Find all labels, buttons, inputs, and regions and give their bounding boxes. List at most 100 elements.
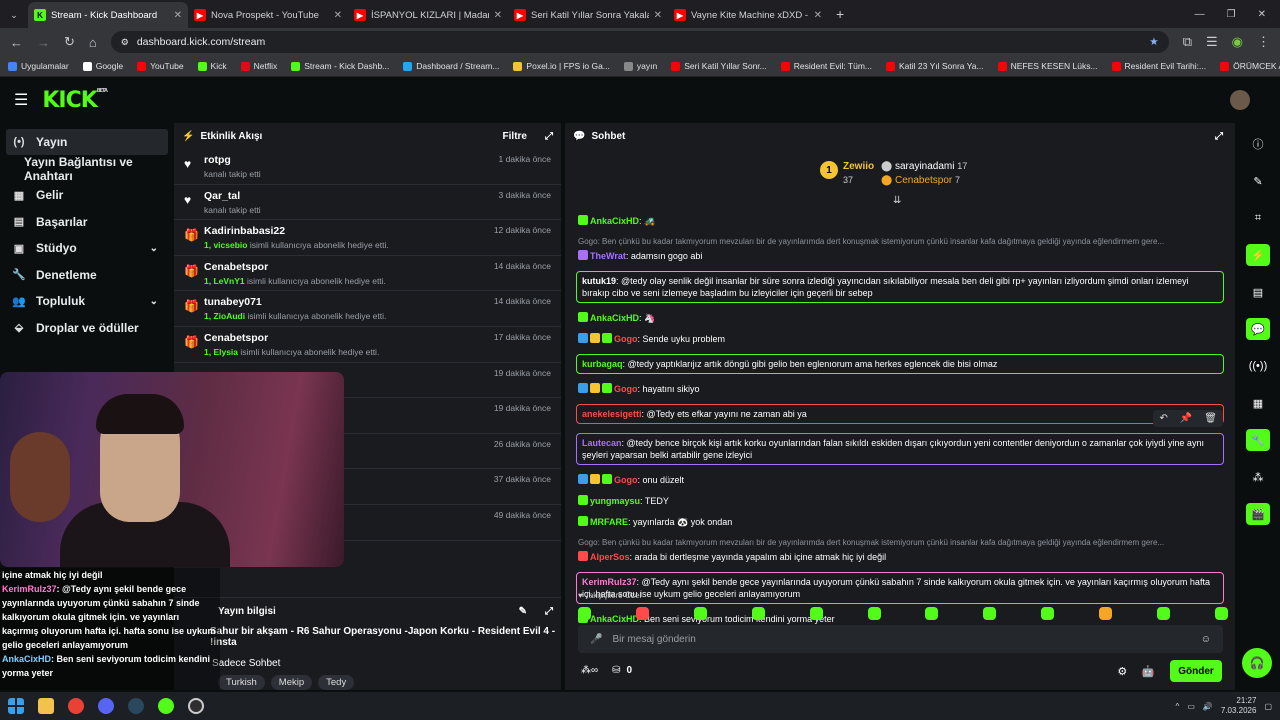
chrome-icon[interactable]: [68, 698, 84, 714]
broadcast-icon[interactable]: ((•)): [1246, 355, 1270, 377]
close-tab-icon[interactable]: ✕: [814, 10, 822, 21]
bookmark-item[interactable]: Uygulamalar: [8, 61, 69, 71]
chat-username[interactable]: Gogo: [614, 475, 638, 485]
discord-icon[interactable]: [98, 698, 114, 714]
chevron-down-icon[interactable]: ⌄: [150, 296, 158, 307]
emote-icon[interactable]: [983, 607, 997, 620]
tray-arrow-icon[interactable]: ^: [1176, 702, 1180, 711]
reply-icon[interactable]: ↶: [1159, 413, 1167, 424]
sidebar-item[interactable]: ⬙ Droplar ve ödüller: [0, 315, 172, 341]
chat-message[interactable]: TheWrat: adamsın gogo abi: [565, 250, 1235, 262]
emote-icon[interactable]: [1214, 607, 1228, 620]
sidebar-item[interactable]: ▦ Gelir: [0, 182, 172, 208]
chat-username[interactable]: Gogo: [614, 384, 638, 394]
chat-username[interactable]: anekelesigetti: [582, 409, 642, 419]
emote-icon[interactable]: [1157, 607, 1171, 620]
chevron-down-icon[interactable]: ⌄: [150, 243, 158, 254]
bookmark-star-icon[interactable]: ★: [1149, 36, 1158, 48]
close-window-icon[interactable]: ✕: [1258, 9, 1266, 20]
emote-icon[interactable]: [751, 607, 765, 620]
back-icon[interactable]: ←: [10, 35, 23, 50]
pin-icon[interactable]: 📌: [1180, 413, 1192, 424]
pen-icon[interactable]: ✎: [1246, 170, 1270, 192]
feed-item[interactable]: 🎁 Cenabetspor 1, Elysia isimli kullanıcıya…: [174, 327, 561, 363]
help-chat-button[interactable]: 🎧: [1242, 648, 1272, 678]
delete-icon[interactable]: 🗑: [1204, 413, 1217, 424]
menu-icon[interactable]: ⋮: [1257, 34, 1270, 50]
user-avatar[interactable]: [1230, 90, 1250, 110]
tag-chip[interactable]: Tedy: [318, 675, 355, 690]
feed-item[interactable]: ♥ Qar_tal kanalı takip etti 3 dakika önce: [174, 185, 561, 221]
send-button[interactable]: Gönder: [1170, 660, 1222, 682]
filter-button[interactable]: Filtre: [503, 131, 527, 142]
hamburger-icon[interactable]: ☰: [14, 90, 28, 110]
settings-icon[interactable]: ⚙: [1117, 665, 1127, 678]
emoji-icon[interactable]: ☺: [1201, 634, 1211, 645]
extensions-icon[interactable]: ⧉: [1183, 34, 1192, 50]
emote-icon[interactable]: [578, 607, 591, 620]
browser-tab[interactable]: ▶ Seri Katil Yıllar Sonra Yakalandı... ✕: [508, 2, 668, 28]
close-tab-icon[interactable]: ✕: [654, 10, 662, 21]
emote-icon[interactable]: [925, 607, 939, 620]
sidebar-item[interactable]: ▣ Stüdyo ⌄: [0, 235, 172, 261]
bookmark-item[interactable]: Kick: [197, 61, 227, 71]
chat-message[interactable]: Gogo: Sende uyku problem: [565, 333, 1235, 345]
volume-icon[interactable]: 🔊: [1203, 702, 1213, 711]
chat-message[interactable]: MRFARE: yayınlarda 🐼 yok ondan: [565, 516, 1235, 528]
chat-message[interactable]: kurbagaq: @tedy yaptıklarıjız artık döng…: [576, 354, 1224, 374]
close-tab-icon[interactable]: ✕: [494, 10, 502, 21]
chat-username[interactable]: AnkaCixHD: [590, 216, 639, 226]
feed-item[interactable]: 🎁 Kadirinbabasi22 1, vicsebio isimli kulla…: [174, 220, 561, 256]
points-icon[interactable]: ⛁: [612, 665, 620, 676]
mic-icon[interactable]: 🎤: [590, 634, 602, 645]
bookmark-item[interactable]: Google: [82, 61, 123, 71]
chat-username[interactable]: yungmaysu: [590, 496, 640, 506]
bookmark-item[interactable]: NEFES KESEN Lüks...: [997, 61, 1098, 71]
maximize-icon[interactable]: ❐: [1227, 9, 1236, 20]
url-input[interactable]: ⚙ dashboard.kick.com/stream ★: [110, 31, 1169, 53]
forward-icon[interactable]: →: [37, 35, 50, 50]
edit-icon[interactable]: ✎: [519, 606, 527, 617]
media-icon[interactable]: ☰: [1206, 34, 1218, 50]
chat-message[interactable]: Lautecan: @tedy bence birçok kişi artık …: [576, 433, 1224, 465]
sidebar-item[interactable]: ▤ Başarılar: [0, 209, 172, 235]
site-info-icon[interactable]: ⚙: [121, 37, 129, 48]
chat-username[interactable]: kutuk19: [582, 276, 616, 286]
feed-item[interactable]: 🎁 Cenabetspor 1, LeVnY1 isimli kullanıcıya…: [174, 256, 561, 292]
chat-username[interactable]: TheWrat: [590, 251, 626, 261]
bookmark-item[interactable]: Poxel.io | FPS io Ga...: [513, 61, 610, 71]
chat-username[interactable]: Lautecan: [582, 438, 622, 448]
close-tab-icon[interactable]: ✕: [334, 10, 342, 21]
bookmark-item[interactable]: Seri Katil Yıllar Sonr...: [671, 61, 767, 71]
chat-message[interactable]: kutuk19: @tedy olay senlik değil insanla…: [576, 271, 1224, 303]
browser-tab[interactable]: ▶ İSPANYOL KIZLARI | Madara O... ✕: [348, 2, 508, 28]
popout-icon[interactable]: ⤢: [545, 131, 553, 142]
sidebar-item[interactable]: Yayın Bağlantısı ve Anahtarı: [0, 155, 172, 183]
kick-app-icon[interactable]: [158, 698, 174, 714]
new-tab-button[interactable]: +: [828, 6, 852, 28]
network-icon[interactable]: ▭: [1187, 702, 1195, 711]
emote-icon[interactable]: [867, 607, 881, 620]
bot-icon[interactable]: 🤖: [1141, 665, 1155, 678]
obs-icon[interactable]: [188, 698, 204, 714]
chat-message[interactable]: AlperSos: arada bi dertleşme yayında yap…: [565, 551, 1235, 563]
reload-icon[interactable]: ↻: [64, 34, 75, 50]
feed-item[interactable]: ♥ rotpg kanalı takip etti 1 dakika önce: [174, 149, 561, 185]
chat-username[interactable]: Gogo: [614, 334, 638, 344]
feed-item[interactable]: 🎁 tunabey071 1, ZioAudi isimli kullanıcıya…: [174, 291, 561, 327]
chat-message[interactable]: AnkaCixHD: 🚜: [565, 215, 1235, 227]
emote-icon[interactable]: [1099, 607, 1113, 620]
chat-username[interactable]: AlperSos: [590, 552, 630, 562]
bookmark-item[interactable]: YouTube: [137, 61, 184, 71]
bolt-icon[interactable]: ⚡: [1246, 244, 1270, 266]
chat-message[interactable]: anekelesigetti: @Tedy ets efkar yayını n…: [576, 404, 1224, 424]
chat-input[interactable]: 🎤 Bir mesaj gönderin ☺: [578, 625, 1223, 653]
close-tab-icon[interactable]: ✕: [174, 10, 182, 21]
chat-username[interactable]: AnkaCixHD: [590, 313, 639, 323]
windows-start-icon[interactable]: [8, 698, 24, 714]
chat-message[interactable]: AnkaCixHD: 🦄: [565, 312, 1235, 324]
browser-tab[interactable]: ▶ Vayne Kite Machine xDXD - You... ✕: [668, 2, 828, 28]
popout-icon[interactable]: ⤢: [545, 606, 553, 617]
bookmark-item[interactable]: Dashboard / Stream...: [403, 61, 499, 71]
browser-tab[interactable]: ▶ Nova Prospekt - YouTube ✕: [188, 2, 348, 28]
